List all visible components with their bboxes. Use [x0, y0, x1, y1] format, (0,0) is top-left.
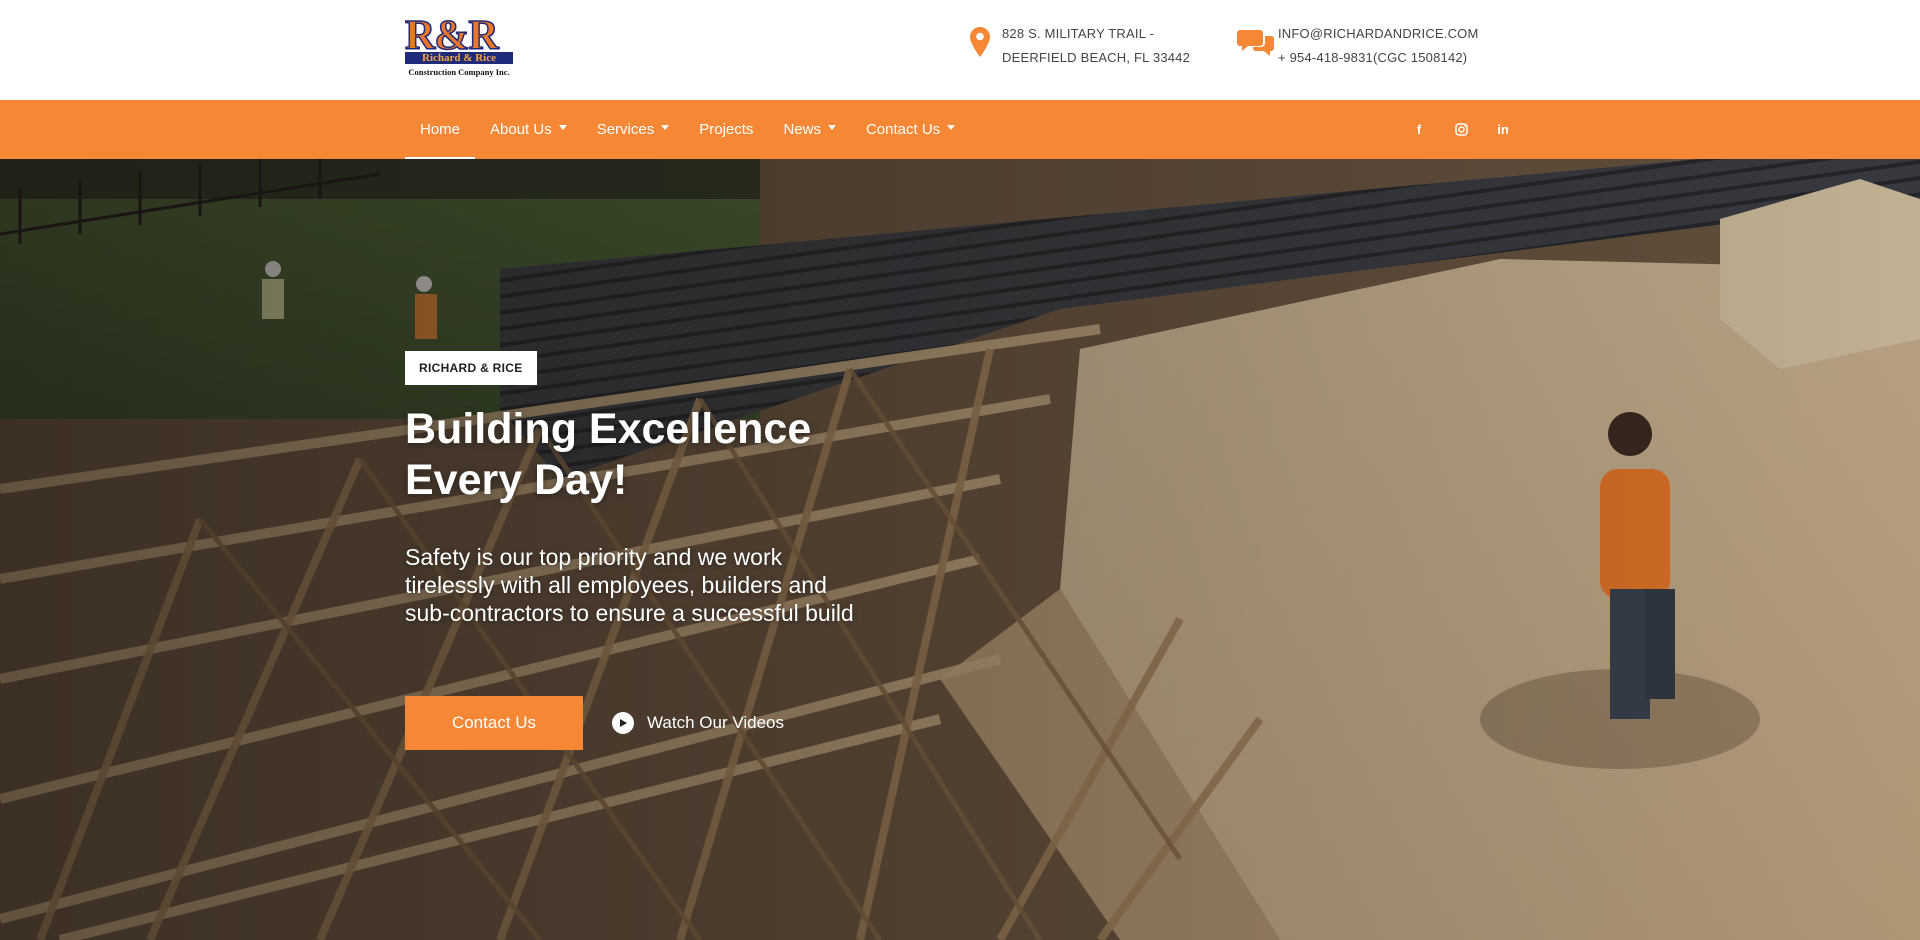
chevron-down-icon	[558, 125, 567, 130]
facebook-icon[interactable]: f	[1398, 100, 1440, 159]
address-line-2: DEERFIELD BEACH, FL 33442	[1002, 50, 1191, 65]
linkedin-icon[interactable]: in	[1482, 100, 1524, 159]
site-header: R&R Richard & Rice Construction Company …	[0, 0, 1920, 100]
play-circle-icon	[612, 712, 634, 734]
headline-line-2: Every Day!	[405, 456, 628, 504]
contact-us-button[interactable]: Contact Us	[405, 696, 583, 750]
instagram-icon[interactable]	[1440, 100, 1482, 159]
hero-section: RICHARD & RICE Building Excellence Every…	[0, 159, 1920, 940]
hero-headline: Building Excellence Every Day!	[405, 404, 925, 506]
main-navigation: Home About Us Services Projects News Con…	[0, 100, 1920, 159]
contact-us-button-label: Contact Us	[451, 713, 537, 732]
nav-item-label: About Us	[490, 121, 552, 138]
nav-item-home[interactable]: Home	[405, 100, 476, 159]
nav-item-services[interactable]: Services	[582, 100, 685, 159]
map-pin-icon	[960, 22, 1000, 62]
address-block: 828 S. MILITARY TRAIL - DEERFIELD BEACH,…	[960, 22, 1190, 70]
nav-item-label: Contact Us	[865, 121, 941, 138]
social-links: f in	[1398, 100, 1524, 159]
chevron-down-icon	[827, 125, 836, 130]
hero-overlay	[0, 159, 1920, 940]
logo-tagline: Construction Company Inc.	[408, 67, 510, 77]
headline-line-1: Building Excellence	[405, 405, 812, 453]
nav-item-label: Projects	[699, 121, 754, 138]
nav-menu: Home About Us Services Projects News Con…	[405, 100, 970, 159]
watch-videos-link[interactable]: Watch Our Videos	[612, 710, 784, 736]
contact-info-block: INFO@RICHARDANDRICE.COM + 954-418-9831(C…	[1236, 22, 1479, 70]
chat-bubbles-icon	[1236, 22, 1276, 62]
hero-lead-text: Safety is our top priority and we work t…	[405, 544, 854, 626]
nav-item-label: Home	[420, 121, 461, 138]
nav-item-news[interactable]: News	[768, 100, 851, 159]
address-line-1: 828 S. MILITARY TRAIL -	[1002, 26, 1154, 41]
hero-tag: RICHARD & RICE	[405, 351, 537, 385]
nav-item-contact-us[interactable]: Contact Us	[851, 100, 970, 159]
email-link[interactable]: INFO@RICHARDANDRICE.COM	[1278, 22, 1479, 46]
nav-item-projects[interactable]: Projects	[684, 100, 768, 159]
nav-item-about-us[interactable]: About Us	[475, 100, 582, 159]
nav-item-label: Services	[596, 121, 655, 138]
logo-monogram: R&R	[404, 13, 499, 59]
watch-videos-label: Watch Our Videos	[647, 713, 785, 732]
nav-item-label: News	[783, 121, 821, 138]
chevron-down-icon	[661, 125, 670, 130]
company-logo[interactable]: R&R Richard & Rice Construction Company …	[404, 13, 513, 80]
phone-link[interactable]: + 954-418-9831(CGC 1508142)	[1278, 46, 1479, 70]
chevron-down-icon	[947, 125, 956, 130]
logo-name: Richard & Rice	[405, 52, 513, 64]
